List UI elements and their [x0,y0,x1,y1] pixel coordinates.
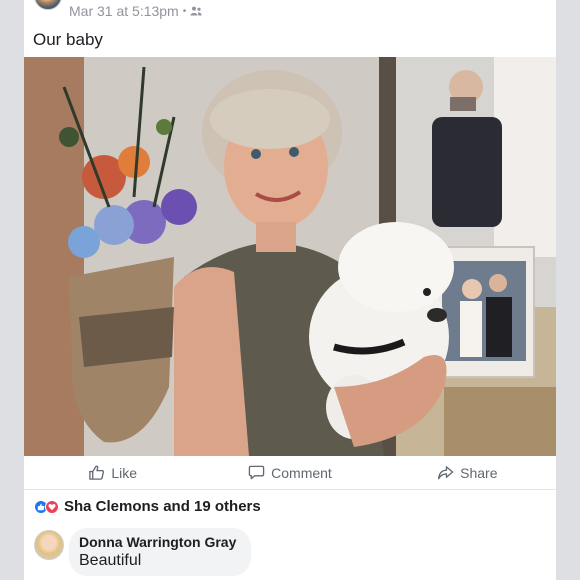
comment-bubble: Donna Warrington Gray Beautiful [69,528,251,576]
post-photo[interactable] [24,57,556,456]
poster-avatar[interactable] [34,0,62,10]
thumbs-up-icon [89,465,105,480]
like-button[interactable]: Like [24,464,201,481]
post-card: Mar 31 at 5:13pm • Our baby Like Comment… [24,0,556,580]
share-icon [438,466,454,480]
post-caption: Our baby [33,30,103,49]
like-label: Like [111,464,137,481]
post-actions: Like Comment Share [24,456,556,490]
reaction-icons [34,499,59,514]
comment-author[interactable]: Donna Warrington Gray [79,534,239,550]
photo-illustration [24,57,556,456]
commenter-avatar[interactable] [34,530,64,560]
comment-icon [248,465,265,480]
comment-label: Comment [271,464,332,481]
share-label: Share [460,464,498,481]
meta-separator: • [182,5,187,17]
post-timestamp[interactable]: Mar 31 at 5:13pm [69,3,179,19]
reactions-text: Sha Clemons and 19 others [64,498,261,515]
comment-button[interactable]: Comment [201,464,378,481]
reactions-summary[interactable]: Sha Clemons and 19 others [34,498,261,515]
comment-text: Beautiful [79,552,142,569]
love-reaction-icon [45,499,59,514]
friends-icon[interactable] [190,6,202,16]
post-meta: Mar 31 at 5:13pm • [69,3,202,19]
share-button[interactable]: Share [379,464,556,481]
